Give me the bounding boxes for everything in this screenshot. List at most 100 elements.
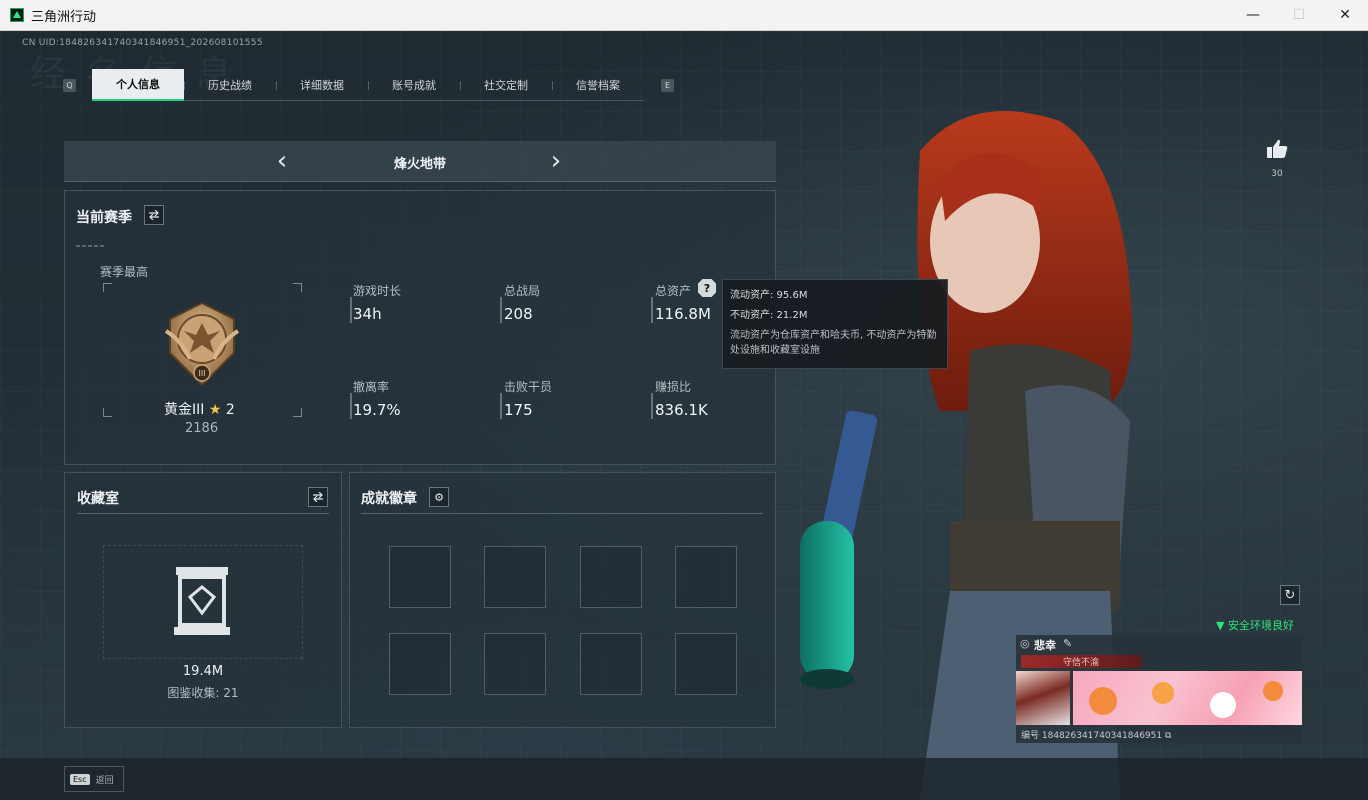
badge-slot[interactable] [675, 546, 737, 608]
player-card[interactable]: ◎ 悲幸 ✎ 守信不渝 编号 18482634174034184695​1 ⧉ [1016, 635, 1302, 743]
stat-label-assets: 总资产 [655, 284, 692, 298]
stat-divider [500, 393, 502, 419]
stat-label-playtime: 游戏时长 [353, 284, 402, 298]
stat-label-profit-ratio: 赚损比 [655, 380, 692, 394]
badge-slot[interactable] [484, 633, 546, 695]
swap-icon [313, 492, 323, 502]
chat-icon: ◎ [1020, 637, 1030, 650]
frame-corner [293, 408, 302, 417]
help-icon[interactable]: ? [698, 279, 716, 297]
window-title: 三角洲行动 [31, 9, 97, 25]
uid-label: CN UID:18482634174034184695​1_2026081015… [22, 38, 263, 48]
stat-value-assets: 116.8M [655, 305, 711, 323]
tab-history[interactable]: 历史战绩 [184, 69, 276, 101]
season-best-label: 赛季最高 [100, 265, 149, 279]
avatar[interactable] [1016, 671, 1070, 725]
window-titlebar: 三角洲行动 — ☐ ✕ [0, 0, 1368, 31]
rank-medal-icon: III [164, 301, 240, 387]
tab-social[interactable]: 社交定制 [460, 69, 552, 101]
stat-value-extract-rate: 19.7% [353, 401, 401, 419]
close-button[interactable]: ✕ [1322, 0, 1368, 30]
minimize-button[interactable]: — [1230, 0, 1276, 30]
badge-slot[interactable] [675, 633, 737, 695]
badge-slot[interactable] [389, 633, 451, 695]
stat-divider [500, 297, 502, 323]
stat-divider [350, 297, 352, 323]
mode-title: 烽火地带 [393, 157, 446, 172]
player-id-text: 编号 18482634174034184695​1 [1021, 731, 1163, 741]
season-title: 当前赛季 [76, 210, 132, 226]
achievements-title: 成就徽章 [361, 491, 417, 507]
app-logo-icon [10, 8, 24, 22]
thumbs-up-icon[interactable] [1266, 139, 1288, 159]
credit-badge: 守信不渝 [1021, 655, 1141, 668]
game-viewport: 经 名 信 息 CN UID:18482634174034184695​1_20… [0, 31, 1368, 800]
showcase-icon [174, 567, 230, 635]
collection-caption: 图鉴收集: 21 [167, 686, 239, 700]
edit-icon[interactable]: ✎ [1063, 637, 1072, 650]
tab-details[interactable]: 详细数据 [276, 69, 368, 101]
back-button[interactable]: Esc 返回 [64, 766, 124, 792]
swap-icon [149, 210, 159, 220]
safe-status-text: 安全环境良好 [1227, 619, 1294, 632]
refresh-button[interactable]: ↻ [1280, 585, 1300, 605]
frame-corner [293, 283, 302, 292]
back-label: 返回 [95, 775, 114, 786]
banner-art [1089, 681, 1283, 718]
stat-divider [350, 393, 352, 419]
stat-value-kills: 175 [504, 401, 533, 419]
stat-label-extract-rate: 撤离率 [353, 380, 390, 394]
badge-slot[interactable] [580, 633, 642, 695]
footer-bar [0, 758, 1368, 800]
assets-tooltip: 流动资产: 95.6M 不动资产: 21.2M 流动资产为仓库资产和哈夫币, 不… [722, 279, 948, 369]
rank-line: 黄金III ★ 2 [164, 399, 235, 419]
season-switch-button[interactable] [144, 205, 164, 225]
collection-value: 19.4M [182, 664, 224, 679]
badge-slot[interactable] [389, 546, 451, 608]
divider [361, 513, 763, 514]
frame-corner [103, 283, 112, 292]
stat-label-kills: 击败干员 [504, 380, 553, 394]
frame-corner [103, 408, 112, 417]
divider [76, 245, 104, 247]
stat-divider [651, 297, 653, 323]
tab-credit[interactable]: 信誉档案 [552, 69, 644, 101]
tooltip-liquid: 流动资产: 95.6M [730, 290, 808, 301]
copy-icon[interactable]: ⧉ [1165, 731, 1171, 741]
stat-value-profit-ratio: 836.1K [655, 401, 708, 419]
star-icon: ★ [208, 402, 222, 418]
tab-next-key[interactable]: E [661, 79, 674, 92]
rank-stars: 2 [225, 402, 235, 418]
refresh-icon: ↻ [1284, 587, 1296, 603]
tab-profile[interactable]: 个人信息 [92, 69, 184, 101]
tab-achievements[interactable]: 账号成就 [368, 69, 460, 101]
tooltip-description: 流动资产为仓库资产和哈夫币, 不动资产为特勤处设施和收藏室设施 [730, 330, 937, 356]
badge-slot[interactable] [484, 546, 546, 608]
player-banner [1073, 671, 1302, 725]
collection-switch-button[interactable] [308, 487, 328, 507]
like-count: 30 [1271, 169, 1283, 179]
badge-slot[interactable] [580, 546, 642, 608]
maximize-button[interactable]: ☐ [1276, 0, 1322, 30]
credit-badge-text: 守信不渝 [1062, 658, 1099, 668]
tab-prev-key[interactable]: Q [63, 79, 76, 92]
tab-bar: 个人信息 历史战绩 详细数据 账号成就 社交定制 信誉档案 [92, 69, 644, 101]
achievements-settings-button[interactable]: ⚙ [429, 487, 449, 507]
stat-value-matches: 208 [504, 305, 533, 323]
shield-icon: ▼ [1216, 619, 1225, 632]
svg-text:III: III [198, 369, 205, 378]
stat-value-playtime: 34h [353, 305, 382, 323]
tooltip-fixed: 不动资产: 21.2M [730, 310, 808, 321]
window-controls: — ☐ ✕ [1230, 0, 1368, 30]
player-name: 悲幸 [1034, 639, 1056, 652]
rank-points: 2186 [185, 421, 219, 436]
stat-divider [651, 393, 653, 419]
mode-next-button[interactable]: › [546, 148, 566, 175]
mode-selector: ‹ 烽火地带 › [64, 141, 776, 182]
like-widget[interactable]: 30 [1264, 139, 1290, 179]
collection-title: 收藏室 [77, 491, 119, 507]
esc-key: Esc [70, 773, 90, 785]
safe-status: ▼ 安全环境良好 [1216, 617, 1294, 633]
divider [77, 513, 329, 514]
stat-label-matches: 总战局 [504, 284, 541, 298]
